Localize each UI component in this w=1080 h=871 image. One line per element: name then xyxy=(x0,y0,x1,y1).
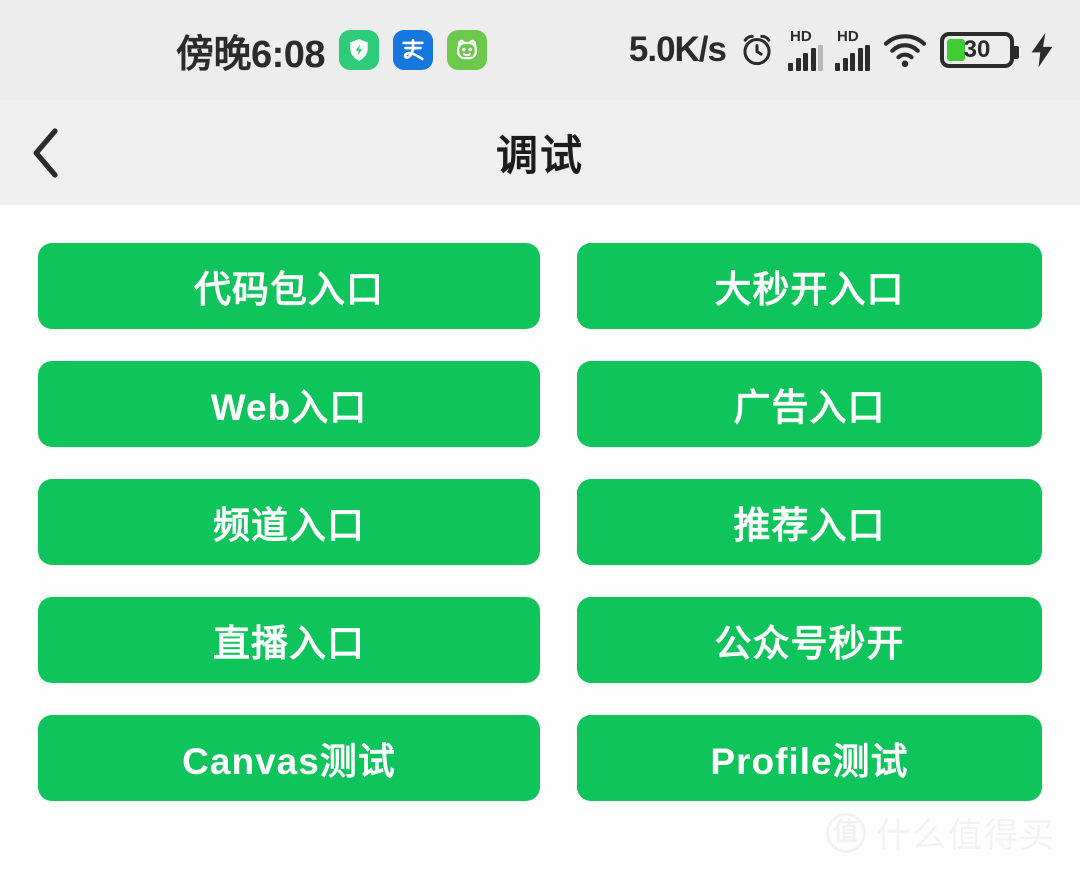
network-speed-indicator: 5.0K/s xyxy=(628,30,727,69)
recommend-entry-button[interactable]: 推荐入口 xyxy=(577,479,1042,565)
alarm-clock-icon xyxy=(738,31,776,69)
signal-indicator-sim2: HD xyxy=(835,29,870,71)
chevron-left-icon xyxy=(29,127,63,179)
official-account-fast-open-button[interactable]: 公众号秒开 xyxy=(577,597,1042,683)
charging-bolt-icon xyxy=(1026,31,1058,69)
back-button[interactable] xyxy=(0,100,92,205)
nav-bar: 调试 xyxy=(0,100,1080,205)
status-bar-left: 傍晚6:08 xyxy=(26,23,488,78)
fast-open-entry-button[interactable]: 大秒开入口 xyxy=(577,243,1042,329)
signal-bars-sim1 xyxy=(788,45,823,71)
security-shield-icon xyxy=(339,30,380,70)
live-entry-button[interactable]: 直播入口 xyxy=(38,597,540,683)
signal-bars-sim2 xyxy=(835,45,870,71)
watermark-text: 什么值得买 xyxy=(876,817,1056,855)
battery-indicator: 30 xyxy=(940,32,1019,68)
web-entry-button[interactable]: Web入口 xyxy=(38,361,540,447)
status-bar-right: 5.0K/s HD HD 30 xyxy=(629,29,1058,71)
status-time: 傍晚6:08 xyxy=(176,33,326,76)
hd-label-sim1: HD xyxy=(790,28,812,45)
entry-button-grid: 代码包入口 大秒开入口 Web入口 广告入口 频道入口 推荐入口 直播入口 公众号秒开 Canv… xyxy=(38,243,1042,801)
hd-label-sim2: HD xyxy=(837,28,859,45)
canvas-test-button[interactable]: Canvas测试 xyxy=(38,715,540,801)
status-bar: 傍晚6:08 5.0K/s HD HD 30 xyxy=(0,0,1080,100)
debug-entry-panel: 代码包入口 大秒开入口 Web入口 广告入口 频道入口 推荐入口 直播入口 公众号秒开 Canv… xyxy=(0,205,1080,871)
ads-entry-button[interactable]: 广告入口 xyxy=(577,361,1042,447)
channel-entry-button[interactable]: 频道入口 xyxy=(38,479,540,565)
panda-app-icon xyxy=(447,30,488,70)
code-package-entry-button[interactable]: 代码包入口 xyxy=(38,243,540,329)
watermark: 值 什么值得买 xyxy=(826,808,1056,857)
wifi-icon xyxy=(882,31,928,69)
profile-test-button[interactable]: Profile测试 xyxy=(577,715,1042,801)
alipay-icon xyxy=(393,30,434,70)
signal-indicator-sim1: HD xyxy=(788,29,823,71)
page-title: 调试 xyxy=(495,132,584,179)
battery-level-label: 30 xyxy=(963,36,991,63)
watermark-logo-icon: 值 xyxy=(826,812,866,853)
